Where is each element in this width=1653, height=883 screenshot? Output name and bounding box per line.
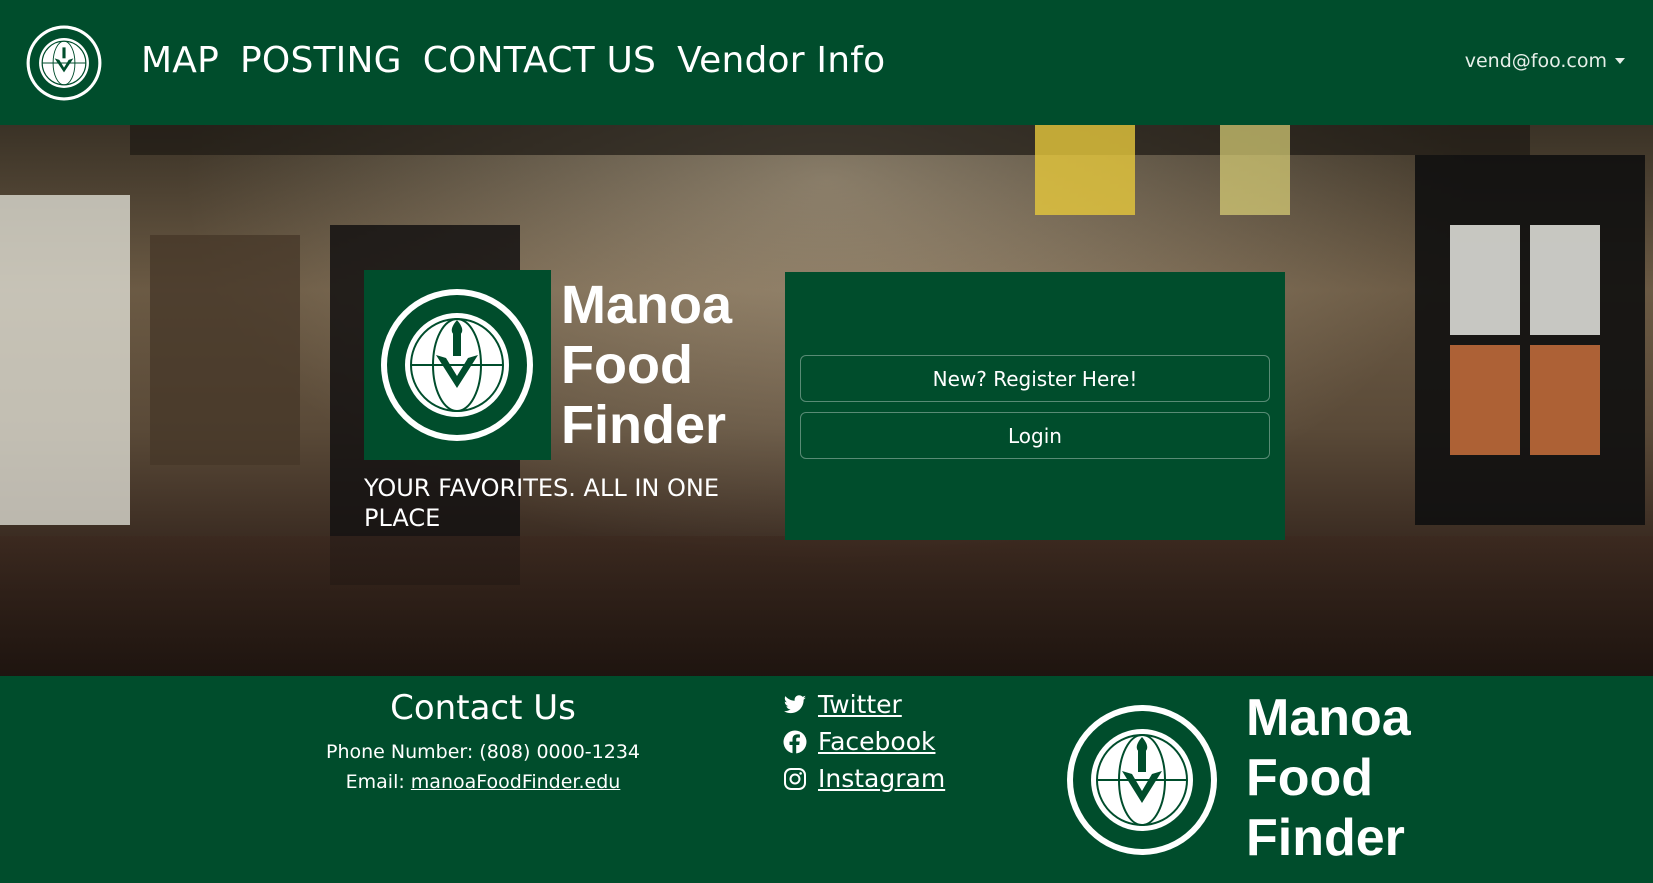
ceiling-shape: [130, 125, 1530, 155]
caret-down-icon: [1615, 58, 1625, 64]
hero-title-line: Finder: [561, 395, 727, 455]
menu-card-shape: [1450, 345, 1520, 455]
contact-title: Contact Us: [390, 688, 576, 728]
navbar: MAP POSTING CONTACT US Vendor Info vend@…: [0, 0, 1653, 125]
hero-banner: Manoa Food Finder YOUR FAVORITES. ALL IN…: [0, 125, 1653, 676]
hero-title: Manoa Food Finder: [561, 275, 732, 455]
social-instagram[interactable]: Instagram: [782, 764, 945, 793]
hero-logo: [364, 270, 551, 460]
menu-board-shape: [1415, 155, 1645, 525]
footer-logo: [1066, 704, 1218, 856]
footer: Contact Us Phone Number: (808) 0000-1234…: [0, 676, 1653, 883]
nav-link-contact-us[interactable]: CONTACT US: [423, 40, 656, 81]
nav-links: MAP POSTING CONTACT US Vendor Info: [141, 40, 885, 81]
register-button[interactable]: New? Register Here!: [800, 355, 1270, 402]
hero-tagline: YOUR FAVORITES. ALL IN ONE PLACE: [364, 474, 720, 532]
footer-title: Manoa Food Finder: [1246, 688, 1411, 868]
menu-card-shape: [1530, 345, 1600, 455]
facebook-link[interactable]: Facebook: [818, 727, 935, 756]
hero-title-line: Manoa: [561, 275, 733, 335]
footer-title-line: Food: [1246, 749, 1374, 807]
auth-panel: New? Register Here! Login: [785, 272, 1285, 540]
menu-card-shape: [1530, 225, 1600, 335]
email-link[interactable]: manoaFoodFinder.edu: [411, 771, 621, 793]
contact-email: Email: manoaFoodFinder.edu: [300, 771, 666, 793]
welcome-sign-shape: [0, 195, 130, 525]
hero-title-line: Food: [561, 335, 693, 395]
login-button[interactable]: Login: [800, 412, 1270, 459]
user-dropdown[interactable]: vend@foo.com: [1465, 50, 1625, 72]
instagram-icon: [782, 766, 808, 792]
email-label: Email:: [345, 771, 411, 793]
uh-seal-logo-icon[interactable]: [25, 24, 103, 102]
nav-link-posting[interactable]: POSTING: [240, 40, 402, 81]
footer-title-line: Manoa: [1246, 689, 1411, 747]
instagram-link[interactable]: Instagram: [818, 764, 945, 793]
bakes-sign-shape: [1035, 125, 1135, 215]
twitter-link[interactable]: Twitter: [818, 690, 902, 719]
contact-phone: Phone Number: (808) 0000-1234: [325, 741, 641, 763]
twitter-icon: [782, 692, 808, 718]
nav-link-vendor-info[interactable]: Vendor Info: [677, 40, 885, 81]
floor-shape: [0, 536, 1653, 676]
footer-title-line: Finder: [1246, 809, 1405, 867]
facebook-icon: [782, 729, 808, 755]
social-twitter[interactable]: Twitter: [782, 690, 902, 719]
menu-card-shape: [1450, 225, 1520, 335]
counter-shape: [150, 235, 300, 465]
user-email: vend@foo.com: [1464, 50, 1607, 72]
nav-link-map[interactable]: MAP: [141, 40, 219, 81]
hanging-sign-shape: [1220, 125, 1290, 215]
social-facebook[interactable]: Facebook: [782, 727, 935, 756]
